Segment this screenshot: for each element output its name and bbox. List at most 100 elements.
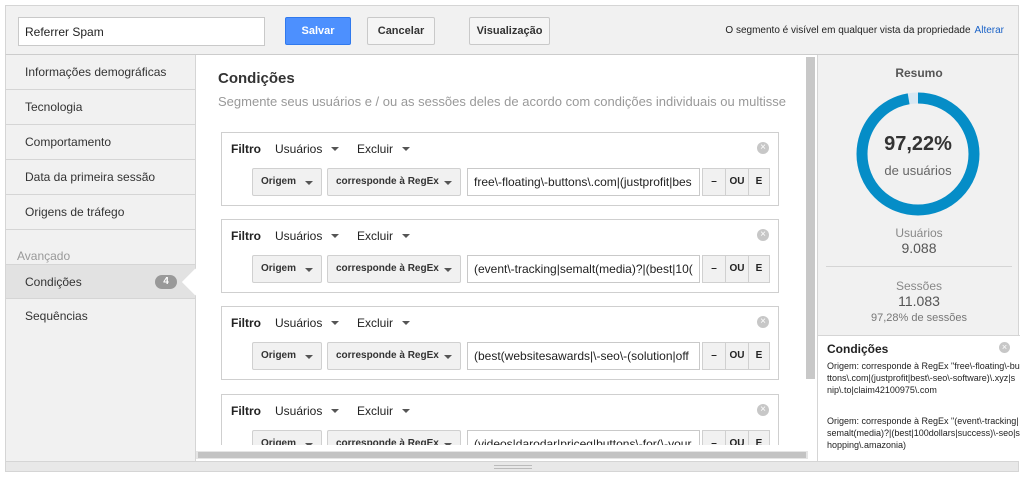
sidebar-item-behavior[interactable]: Comportamento <box>6 125 195 160</box>
sidebar-item-traffic-sources[interactable]: Origens de tráfego <box>6 195 195 230</box>
chevron-down-icon <box>305 443 313 445</box>
or-button[interactable]: OU <box>725 255 749 283</box>
regex-value-input[interactable]: (event\-tracking|semalt(media)?|(best|10… <box>467 255 700 283</box>
users-label: Usuários <box>895 226 943 240</box>
filter-action-dropdown[interactable]: Excluir <box>357 142 411 156</box>
remove-filter-icon[interactable]: × <box>757 229 769 241</box>
and-button[interactable]: E <box>748 168 770 196</box>
chevron-down-icon <box>444 181 452 185</box>
conditions-count-badge: 4 <box>155 275 177 289</box>
operator-select[interactable]: corresponde à RegEx <box>327 430 461 445</box>
change-visibility-link[interactable]: Alterar <box>975 25 1004 36</box>
remove-filter-icon[interactable]: × <box>757 404 769 416</box>
remove-condition-button[interactable]: – <box>702 342 726 370</box>
remove-filter-icon[interactable]: × <box>757 142 769 154</box>
sidebar-item-demographics[interactable]: Informações demográficas <box>6 55 195 90</box>
condition-summary-text: Origem: corresponde à RegEx "(event\-tra… <box>827 416 1020 450</box>
segment-sidebar: Informações demográficas Tecnologia Comp… <box>5 55 211 461</box>
chevron-down-icon <box>444 355 452 359</box>
operator-select[interactable]: corresponde à RegEx <box>327 168 461 196</box>
filter-scope-dropdown[interactable]: Usuários <box>275 142 340 156</box>
dimension-select[interactable]: Origem <box>252 168 322 196</box>
sidebar-item-label: Data da primeira sessão <box>25 170 156 184</box>
horizontal-scrollbar-thumb[interactable] <box>198 452 806 458</box>
sidebar-item-label: Sequências <box>25 309 88 323</box>
chevron-down-icon <box>305 181 313 185</box>
preview-button[interactable]: Visualização <box>469 17 550 45</box>
and-button[interactable]: E <box>748 430 770 445</box>
sessions-percent: 97,28% de sessões <box>870 312 967 324</box>
users-percent: 97,22% <box>884 133 952 155</box>
sessions-value: 11.083 <box>898 293 940 309</box>
users-value: 9.088 <box>901 240 937 256</box>
chevron-down-icon <box>331 409 340 413</box>
dimension-label: Origem <box>261 438 297 445</box>
filter-block: Filtro Usuários Excluir × Origem corresponde … <box>221 219 779 293</box>
conditions-panel: Condições Segmente seus usuários e / ou … <box>196 55 808 445</box>
sidebar-item-sequences[interactable]: Sequências <box>6 299 195 334</box>
remove-condition-button[interactable]: – <box>702 430 726 445</box>
page-title: Condições <box>218 70 295 87</box>
sidebar-item-conditions[interactable]: Condições 4 <box>6 264 211 299</box>
summary-panel: Resumo 97,22% de usuários Usuários 9.088… <box>817 55 1020 461</box>
filter-action-dropdown[interactable]: Excluir <box>357 404 411 418</box>
filter-action-dropdown[interactable]: Excluir <box>357 229 411 243</box>
filter-action-label: Excluir <box>357 142 394 156</box>
filter-action-label: Excluir <box>357 229 394 243</box>
filter-action-label: Excluir <box>357 404 394 418</box>
sidebar-item-label: Informações demográficas <box>25 65 167 79</box>
visibility-text: O segmento é visível em qualquer vista d… <box>725 25 971 36</box>
segment-name-input[interactable] <box>18 17 265 46</box>
sidebar-item-label: Origens de tráfego <box>25 205 125 219</box>
chevron-down-icon <box>331 147 340 151</box>
filter-action-dropdown[interactable]: Excluir <box>357 316 411 330</box>
horizontal-scrollbar[interactable] <box>196 451 808 459</box>
segment-header: Salvar Cancelar Visualização O segmento … <box>5 5 1019 55</box>
operator-select[interactable]: corresponde à RegEx <box>327 255 461 283</box>
filter-scope-dropdown[interactable]: Usuários <box>275 404 340 418</box>
dimension-select[interactable]: Origem <box>252 430 322 445</box>
filter-scope-dropdown[interactable]: Usuários <box>275 316 340 330</box>
cancel-button[interactable]: Cancelar <box>367 17 435 45</box>
chevron-down-icon <box>402 409 411 413</box>
filter-scope-dropdown[interactable]: Usuários <box>275 229 340 243</box>
remove-filter-icon[interactable]: × <box>757 316 769 328</box>
and-button[interactable]: E <box>748 255 770 283</box>
chevron-down-icon <box>402 234 411 238</box>
or-button[interactable]: OU <box>725 430 749 445</box>
dimension-select[interactable]: Origem <box>252 255 322 283</box>
and-button[interactable]: E <box>748 342 770 370</box>
resize-handle[interactable] <box>494 465 532 469</box>
dimension-label: Origem <box>261 263 297 274</box>
regex-value-input[interactable]: (videos|darodar|priceg|buttons\-for(\-yo… <box>467 430 700 445</box>
sidebar-item-first-session-date[interactable]: Data da primeira sessão <box>6 160 195 195</box>
remove-condition-button[interactable]: – <box>702 168 726 196</box>
or-button[interactable]: OU <box>725 168 749 196</box>
remove-condition-button[interactable]: – <box>702 255 726 283</box>
sidebar-item-label: Tecnologia <box>25 100 83 114</box>
filter-label: Filtro <box>231 142 261 156</box>
filter-label: Filtro <box>231 229 261 243</box>
operator-select[interactable]: corresponde à RegEx <box>327 342 461 370</box>
save-button[interactable]: Salvar <box>285 17 351 45</box>
sidebar-item-label: Comportamento <box>25 135 112 149</box>
vertical-scrollbar[interactable] <box>806 57 815 379</box>
sidebar-item-technology[interactable]: Tecnologia <box>6 90 195 125</box>
chevron-down-icon <box>402 147 411 151</box>
summary-title: Resumo <box>895 66 943 80</box>
filter-scope-label: Usuários <box>275 404 323 418</box>
chevron-down-icon <box>331 321 340 325</box>
dimension-select[interactable]: Origem <box>252 342 322 370</box>
filter-block: Filtro Usuários Excluir × Origem corresponde … <box>221 306 779 380</box>
operator-label: corresponde à RegEx <box>336 263 439 274</box>
filter-scope-label: Usuários <box>275 316 323 330</box>
filter-block: Filtro Usuários Excluir × Origem corresponde … <box>221 394 779 445</box>
regex-value-input[interactable]: (best(websitesawards|\-seo\-(solution|of… <box>467 342 700 370</box>
or-button[interactable]: OU <box>725 342 749 370</box>
operator-label: corresponde à RegEx <box>336 176 439 187</box>
chevron-down-icon <box>305 355 313 359</box>
close-icon[interactable]: × <box>999 342 1010 353</box>
conditions-summary: Condições × Origem: corresponde à RegEx … <box>818 335 1020 461</box>
sessions-label: Sessões <box>895 279 943 293</box>
regex-value-input[interactable]: free\-floating\-buttons\.com|(justprofit… <box>467 168 700 196</box>
